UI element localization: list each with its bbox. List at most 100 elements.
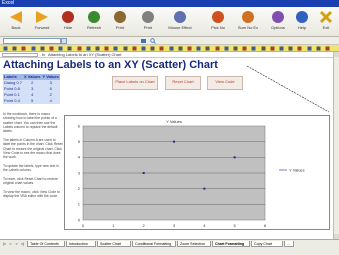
chart-svg: 0 1 2 3 4 5 6 0 1 2 3 4 5 6 Y Values Y Values [78,119,305,228]
instructions-text: In the workbook, there is macro showing … [3,112,63,203]
fill-color-icon[interactable] [316,46,321,51]
address-bar [0,37,339,45]
open-icon[interactable] [12,46,17,51]
y-tick-label: 5 [78,139,81,144]
instruction-paragraph: To reset, click Reset Chart to restore o… [3,177,58,186]
toolbar-button-label: Hide [63,25,73,30]
bold-icon[interactable] [196,46,201,51]
align-right-icon[interactable] [242,46,247,51]
align-left-icon[interactable] [224,46,229,51]
chart-icon[interactable] [141,46,146,51]
pick-no-icon [212,11,224,23]
x-tick-label: 1 [112,223,115,228]
y-tick-label: 1 [78,202,81,207]
underline-icon[interactable] [215,46,220,51]
print-icon[interactable] [31,46,36,51]
table-row: Point 0.4 5 4 [3,98,60,104]
instruction-paragraph: The labels in Column A are used to label… [3,137,63,160]
autosum-icon[interactable] [113,46,118,51]
comma-icon[interactable] [279,46,284,51]
view-code-button[interactable]: View Code [207,76,243,90]
hide-icon [62,11,74,23]
font-icon[interactable] [178,46,183,51]
worksheet-area[interactable]: Attaching Labels to an XY (Scatter) Char… [0,58,333,239]
vertical-scrollbar[interactable] [333,52,339,239]
instruction-paragraph: To update the labels, type new text in t… [3,163,59,173]
toolbar-button-pick-no[interactable]: Pick No [204,8,232,36]
legend-label: Y Values [289,168,305,173]
decimal-icon[interactable] [288,46,293,51]
paste-icon[interactable] [77,46,82,51]
go-icon[interactable] [141,38,147,44]
y-tick-label: 3 [78,170,81,175]
reset-chart-button[interactable]: Reset Chart [165,76,201,90]
application-window: Excel Back Forward Hide Refresh Print Print Mo… [0,0,339,255]
data-point[interactable] [203,187,206,190]
exit-icon [319,10,333,24]
address-input[interactable] [3,38,61,44]
help-icon [296,11,308,23]
percent-icon[interactable] [270,46,275,51]
window-title: Excel [0,0,339,7]
merge-icon[interactable] [251,46,256,51]
link-icon[interactable] [104,46,109,51]
toolbar-button-label: Pick No [211,25,225,30]
help-icon[interactable] [169,46,174,51]
indent-icon[interactable] [297,46,302,51]
place-labels-button[interactable]: Place Labels on Chart [112,76,158,90]
toolbar-button-print[interactable]: Print [134,8,162,36]
x-tick-label: 6 [264,223,267,228]
toolbar-button-forward[interactable]: Forward [28,8,56,36]
spell-icon[interactable] [49,46,54,51]
data-point[interactable] [142,172,145,174]
cut-icon[interactable] [58,46,63,51]
borders-icon[interactable] [307,46,312,51]
arrow-connector-icon [246,65,330,113]
table-cell[interactable]: 5 [23,98,42,104]
save-icon[interactable] [21,46,26,51]
currency-icon[interactable] [261,46,266,51]
copy-icon[interactable] [67,46,72,51]
table-cell[interactable]: 4 [41,98,60,104]
data-point[interactable] [173,140,175,143]
search-icon[interactable] [150,38,156,44]
sheet-tabs-bar: |< < > >| Table Of Contents Introduction Scatt… [0,239,339,247]
data-point[interactable] [233,156,236,159]
fx-label: fx [42,52,46,57]
preview-icon[interactable] [40,46,45,51]
print-icon [114,11,126,23]
y-tick-label: 2 [78,186,81,191]
toolbar-button-label: Mouse Effect [168,25,192,30]
center-icon[interactable] [233,46,238,51]
toolbar-button-back[interactable]: Back [2,8,30,36]
toolbar-button-label: Print [115,25,125,30]
x-tick-label: 3 [173,223,176,228]
chart-title: Y Values [166,119,182,124]
toolbar-button-sum-no-ex[interactable]: Sum No Ex [234,8,262,36]
name-box[interactable] [2,53,38,57]
scatter-chart[interactable]: 0 1 2 3 4 5 6 0 1 2 3 4 5 6 Y Values Y Values [64,115,330,230]
data-table: Labels X Values Y Values Dialog 0.7 2 3 … [3,74,60,104]
scroll-up-button[interactable] [334,52,339,57]
toolbar-button-mouse-effect[interactable]: Mouse Effect [166,8,194,36]
table-cell[interactable]: Point 0.4 [3,98,24,104]
sort-desc-icon[interactable] [132,46,137,51]
sort-asc-icon[interactable] [123,46,128,51]
new-icon[interactable] [3,46,8,51]
italic-icon[interactable] [205,46,210,51]
toolbar-button-label: Back [11,25,21,30]
toolbar-button-hide[interactable]: Hide [54,8,82,36]
toolbar-button-refresh[interactable]: Refresh [80,8,108,36]
drawing-icon[interactable] [150,46,155,51]
font-color-icon[interactable] [325,46,330,51]
zoom-icon[interactable] [159,46,164,51]
toolbar-button-print[interactable]: Print [106,8,134,36]
instruction-paragraph: To view the macro, click View Code to di… [3,190,60,199]
address-dropdown-button[interactable] [61,38,67,44]
x-tick-label: 0 [82,223,85,228]
options-icon [272,11,284,23]
redo-icon[interactable] [95,46,100,51]
undo-icon[interactable] [86,46,91,51]
toolbar-button-exit[interactable]: Exit [312,8,339,36]
size-icon[interactable] [187,46,192,51]
